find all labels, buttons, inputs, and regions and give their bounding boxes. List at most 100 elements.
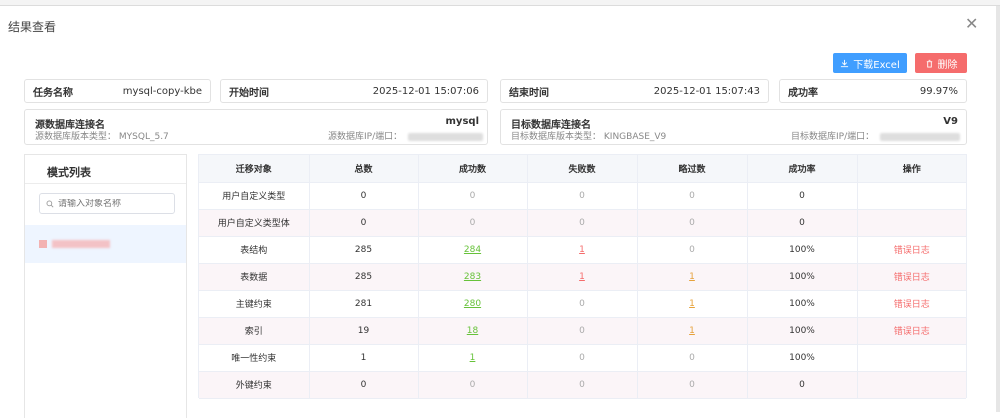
cell-action-wrap: 错误日志 [857,290,966,318]
error-log-link[interactable]: 错误日志 [894,327,930,337]
start-time-card: 开始时间 2025-12-01 15:07:06 [220,79,488,103]
trash-icon [926,59,932,68]
cell-object: 用户自定义类型体 [199,209,310,237]
cell-rate: 100% [747,236,858,264]
target-ip-label: 目标数据库IP/端口： [791,132,875,142]
table-row: 用户自定义类型 0 0 0 0 0 [199,182,966,210]
start-time-label: 开始时间 [229,87,269,99]
delete-label: 删除 [937,59,958,71]
fail-count-link[interactable]: 1 [579,272,585,282]
target-ip-redacted [880,132,961,141]
cell-action-wrap: 错误日志 [857,263,966,291]
cell-action [857,182,966,210]
object-search-field[interactable] [58,198,168,209]
cell-fail: 0 [527,317,638,345]
table-row: 表数据 285 283 1 1 100% 错误日志 [199,263,966,291]
cell-fail: 0 [527,182,638,210]
download-icon [841,59,849,67]
target-db-card: 目标数据库连接名 V9 目标数据库版本类型： KINGBASE_V9 目标数据库… [500,109,967,145]
cell-total: 281 [309,290,419,318]
success-count-link[interactable]: 18 [467,326,478,336]
skip-count-link[interactable]: 1 [689,272,695,282]
header-object: 迁移对象 [199,155,310,183]
task-name-value: mysql-copy-kbe [122,85,202,97]
cell-success-wrap: 283 [418,263,528,291]
table-header-row: 迁移对象 总数 成功数 失败数 略过数 成功率 操作 [199,155,966,183]
migration-results-table: 迁移对象 总数 成功数 失败数 略过数 成功率 操作 用户自定义类型 0 0 0… [198,154,967,399]
cell-skip-wrap: 1 [637,263,748,291]
cell-action-wrap: 错误日志 [857,317,966,345]
schema-list-panel: 模式列表 [24,154,187,418]
success-rate-label: 成功率 [788,87,818,99]
close-icon[interactable]: ✕ [965,15,978,33]
download-excel-button[interactable]: 下载Excel [833,53,907,73]
header-total: 总数 [309,155,419,183]
skip-count-link[interactable]: 1 [689,326,695,336]
search-icon [46,200,54,208]
cell-success: 0 [418,209,528,237]
start-time-value: 2025-12-01 15:07:06 [372,85,479,97]
header-success: 成功数 [418,155,528,183]
end-time-value: 2025-12-01 15:07:43 [653,85,760,97]
delete-button[interactable]: 删除 [915,53,967,73]
schema-name-redacted [52,240,110,248]
success-count-link[interactable]: 284 [464,245,481,255]
source-ip-label: 源数据库IP/端口： [328,132,403,142]
cell-object: 主键约束 [199,290,310,318]
cell-fail: 0 [527,290,638,318]
cell-rate: 0 [747,182,858,210]
success-count-link[interactable]: 280 [464,299,481,309]
cell-object: 外键约束 [199,371,310,399]
cell-skip: 0 [637,236,748,264]
cell-success-wrap: 18 [418,317,528,345]
cell-total: 285 [309,263,419,291]
cell-object: 表结构 [199,236,310,264]
cell-skip-wrap: 1 [637,317,748,345]
target-type-value: KINGBASE_V9 [603,132,667,142]
schema-list-item[interactable] [25,225,186,263]
success-count-link[interactable]: 1 [470,353,476,363]
result-dialog: 结果查看 ✕ 下载Excel 删除 任务名称 mysql-copy-kbe 开始… [0,6,996,418]
source-db-type: 源数据库版本类型： MYSQL_5.7 [35,129,169,142]
cell-success: 0 [418,371,528,399]
cell-object: 表数据 [199,263,310,291]
table-row: 唯一性约束 1 1 0 0 100% [199,344,966,372]
download-excel-label: 下载Excel [853,59,900,71]
target-db-type: 目标数据库版本类型： KINGBASE_V9 [511,129,666,142]
task-name-card: 任务名称 mysql-copy-kbe [24,79,211,103]
success-rate-card: 成功率 99.97% [779,79,967,103]
header-fail: 失败数 [527,155,638,183]
source-type-label: 源数据库版本类型： [35,132,117,142]
object-search-input[interactable] [39,193,175,214]
cell-rate: 0 [747,371,858,399]
cell-fail: 0 [527,209,638,237]
cell-success-wrap: 280 [418,290,528,318]
cell-action [857,344,966,372]
error-log-link[interactable]: 错误日志 [894,273,930,283]
source-db-ip: 源数据库IP/端口： [328,129,484,142]
cell-total: 0 [309,182,419,210]
cell-rate: 100% [747,344,858,372]
table-row: 主键约束 281 280 0 1 100% 错误日志 [199,290,966,318]
skip-count-link[interactable]: 1 [689,299,695,309]
header-skip: 略过数 [637,155,748,183]
target-db-ip: 目标数据库IP/端口： [791,129,961,142]
fail-count-link[interactable]: 1 [579,245,585,255]
cell-success: 0 [418,182,528,210]
cell-success-wrap: 284 [418,236,528,264]
cell-skip: 0 [637,209,748,237]
error-log-link[interactable]: 错误日志 [894,300,930,310]
table-row: 索引 19 18 0 1 100% 错误日志 [199,317,966,345]
table-row: 外键约束 0 0 0 0 0 [199,371,966,399]
success-count-link[interactable]: 283 [464,272,481,282]
cell-rate: 100% [747,263,858,291]
cell-total: 0 [309,371,419,399]
scrollbar[interactable] [996,6,1000,412]
table-row: 表结构 285 284 1 0 100% 错误日志 [199,236,966,264]
end-time-label: 结束时间 [509,87,549,99]
end-time-card: 结束时间 2025-12-01 15:07:43 [500,79,769,103]
cell-total: 285 [309,236,419,264]
cell-fail: 0 [527,371,638,399]
target-type-label: 目标数据库版本类型： [511,132,602,142]
error-log-link[interactable]: 错误日志 [894,246,930,256]
